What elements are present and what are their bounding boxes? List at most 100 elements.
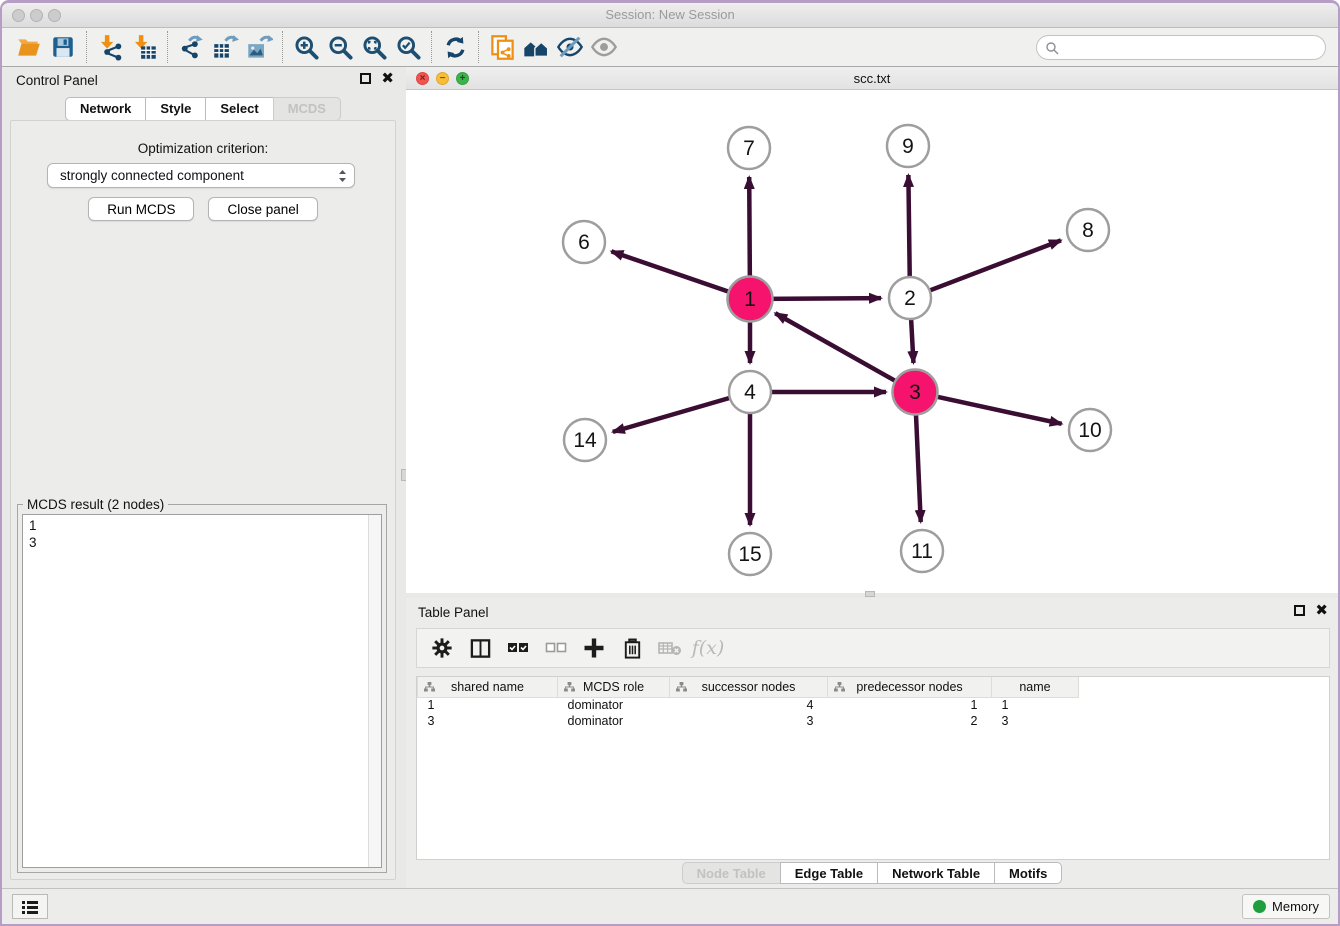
table-cell[interactable]: dominator — [558, 697, 670, 713]
table-cell[interactable]: 2 — [828, 713, 992, 729]
column-header-shared-name[interactable]: shared name — [418, 677, 558, 697]
delete-table-icon — [653, 632, 687, 664]
tab-mcds[interactable]: MCDS — [273, 97, 341, 121]
clone-network-icon[interactable] — [485, 32, 519, 62]
zoom-out-icon[interactable] — [323, 32, 357, 62]
memory-button[interactable]: Memory — [1242, 894, 1330, 919]
table-cell[interactable]: 4 — [670, 697, 828, 713]
run-mcds-button[interactable]: Run MCDS — [88, 197, 194, 221]
mcds-result-title: MCDS result (2 nodes) — [23, 497, 168, 512]
edge-3-11[interactable] — [916, 409, 921, 522]
edge-2-3[interactable] — [911, 315, 914, 363]
node-label-7: 7 — [743, 137, 755, 160]
control-panel-tabs: NetworkStyleSelectMCDS — [2, 97, 404, 121]
window-resize-grip[interactable] — [865, 591, 875, 597]
close-panel-icon[interactable]: ✖ — [381, 73, 394, 84]
tab-edge-table[interactable]: Edge Table — [780, 862, 878, 884]
search-field[interactable] — [1036, 35, 1326, 60]
result-scrollbar[interactable] — [368, 515, 381, 867]
table-cell[interactable]: 1 — [418, 697, 558, 713]
column-header-predecessor-nodes[interactable]: predecessor nodes — [828, 677, 992, 697]
add-column-icon[interactable] — [577, 632, 611, 664]
node-label-1: 1 — [744, 288, 756, 311]
search-icon — [1045, 41, 1059, 55]
column-header-name[interactable]: name — [992, 677, 1079, 697]
network-window-title: scc.txt — [406, 71, 1338, 86]
task-history-button[interactable] — [12, 894, 48, 919]
optimization-label: Optimization criterion: — [11, 141, 395, 156]
edge-2-9[interactable] — [908, 175, 909, 281]
export-image-icon[interactable] — [242, 32, 276, 62]
node-label-15: 15 — [738, 543, 761, 566]
main-titlebar: Session: New Session — [2, 3, 1338, 28]
zoom-selected-icon[interactable] — [391, 32, 425, 62]
table-cell[interactable]: 1 — [992, 697, 1079, 713]
status-bar: Memory — [2, 888, 1338, 924]
edge-1-2[interactable] — [767, 298, 881, 299]
list-icon — [21, 899, 39, 915]
table-row[interactable]: 1dominator411 — [418, 697, 1079, 713]
export-network-icon[interactable] — [174, 32, 208, 62]
table-row[interactable]: 3dominator323 — [418, 713, 1079, 729]
network-canvas[interactable]: 7968124314101511 — [406, 90, 1338, 590]
import-table-icon[interactable] — [127, 32, 161, 62]
tab-network[interactable]: Network — [65, 97, 146, 121]
export-table-icon[interactable] — [208, 32, 242, 62]
float-table-panel-icon[interactable] — [1294, 605, 1305, 616]
column-header-successor-nodes[interactable]: successor nodes — [670, 677, 828, 697]
edge-1-7[interactable] — [749, 177, 750, 282]
table-cell[interactable]: 3 — [418, 713, 558, 729]
table-panel: Table Panel ✖ — [406, 598, 1338, 888]
float-panel-icon[interactable] — [360, 73, 371, 84]
table-cell[interactable]: 3 — [992, 713, 1079, 729]
edge-4-14[interactable] — [613, 397, 734, 432]
open-file-icon[interactable] — [12, 32, 46, 62]
edge-2-8[interactable] — [926, 240, 1061, 292]
control-panel-title: Control Panel — [16, 73, 98, 88]
mcds-panel: Optimization criterion: strongly connect… — [10, 120, 396, 880]
table-cell[interactable]: dominator — [558, 713, 670, 729]
toolbar-separator — [431, 31, 432, 63]
tab-select[interactable]: Select — [205, 97, 273, 121]
edge-1-6[interactable] — [611, 251, 733, 293]
node-table: shared nameMCDS rolesuccessor nodesprede… — [416, 676, 1330, 860]
memory-label: Memory — [1272, 899, 1319, 914]
delete-column-icon[interactable] — [615, 632, 649, 664]
column-layout-icon[interactable] — [463, 632, 497, 664]
table-cell[interactable]: 3 — [670, 713, 828, 729]
toolbar-separator — [282, 31, 283, 63]
edge-3-10[interactable] — [932, 396, 1062, 424]
optimization-select[interactable]: strongly connected component — [47, 163, 355, 188]
column-header-MCDS-role[interactable]: MCDS role — [558, 677, 670, 697]
select-all-checkboxes-icon[interactable] — [501, 632, 535, 664]
search-input[interactable] — [1063, 40, 1325, 55]
toolbar-separator — [86, 31, 87, 63]
first-neighbors-icon[interactable] — [519, 32, 553, 62]
close-panel-button[interactable]: Close panel — [208, 197, 317, 221]
node-label-9: 9 — [902, 135, 914, 158]
window-title: Session: New Session — [2, 7, 1338, 22]
deselect-all-checkboxes-icon[interactable] — [539, 632, 573, 664]
network-graph[interactable]: 7968124314101511 — [406, 90, 1338, 590]
table-tabs: Node TableEdge TableNetwork TableMotifs — [406, 862, 1338, 884]
zoom-fit-icon[interactable] — [357, 32, 391, 62]
toolbar-separator — [478, 31, 479, 63]
node-label-3: 3 — [909, 381, 921, 404]
save-session-icon[interactable] — [46, 32, 80, 62]
table-settings-icon[interactable] — [425, 632, 459, 664]
refresh-icon[interactable] — [438, 32, 472, 62]
import-network-icon[interactable] — [93, 32, 127, 62]
close-table-panel-icon[interactable]: ✖ — [1315, 605, 1328, 616]
edge-3-1[interactable] — [775, 313, 900, 383]
tab-style[interactable]: Style — [145, 97, 206, 121]
node-label-10: 10 — [1078, 419, 1101, 442]
network-view-window: × − + scc.txt 7968124314101511 — [406, 67, 1338, 593]
tab-network-table[interactable]: Network Table — [877, 862, 995, 884]
node-label-8: 8 — [1082, 219, 1094, 242]
tab-motifs[interactable]: Motifs — [994, 862, 1062, 884]
hide-selected-icon[interactable] — [553, 32, 587, 62]
zoom-in-icon[interactable] — [289, 32, 323, 62]
control-panel-header: Control Panel ✖ — [2, 67, 404, 95]
tab-node-table[interactable]: Node Table — [682, 862, 781, 884]
table-cell[interactable]: 1 — [828, 697, 992, 713]
